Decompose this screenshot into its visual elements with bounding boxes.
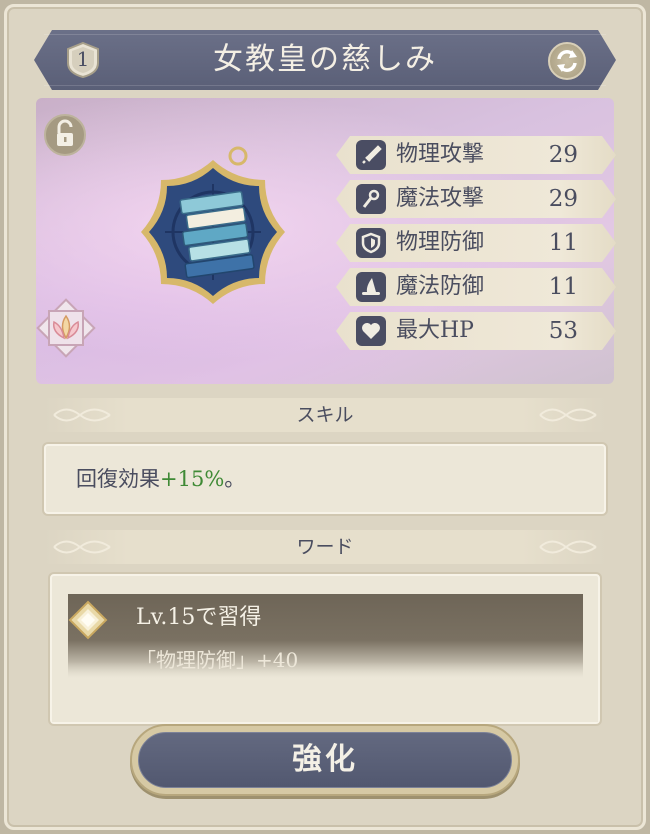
stat-value: 11	[548, 230, 578, 256]
word-list-fade	[52, 662, 598, 722]
diamond-gem-icon	[68, 600, 108, 640]
stat-row-physical-attack: 物理攻撃 29	[336, 136, 616, 174]
stat-label: 魔法攻撃	[396, 186, 485, 211]
swap-button[interactable]	[548, 42, 586, 80]
swap-arrows-icon	[557, 50, 577, 72]
ornament-left-icon	[53, 540, 111, 554]
stat-row-magic-attack: 魔法攻撃 29	[336, 180, 616, 218]
shield-icon	[356, 228, 386, 258]
skill-text-suffix: 。	[224, 467, 246, 491]
book-stack-charm-icon	[141, 146, 285, 304]
skill-text-prefix: 回復効果	[76, 467, 160, 491]
skill-header-label: スキル	[296, 404, 354, 426]
stat-value: 53	[548, 318, 578, 344]
lock-toggle-button[interactable]	[44, 114, 86, 156]
stat-value: 11	[548, 274, 578, 300]
stat-row-max-hp: 最大HP 53	[336, 312, 616, 350]
lotus-emblem-icon[interactable]	[34, 296, 98, 360]
stat-value: 29	[548, 186, 578, 212]
stat-label: 最大HP	[396, 318, 474, 343]
ornament-right-icon	[539, 540, 597, 554]
heart-icon	[356, 316, 386, 346]
skill-bonus-value: +15%	[160, 467, 225, 491]
padlock-open-icon	[57, 119, 73, 146]
word-entry-title: Lv.15で習得	[136, 605, 262, 630]
word-header-label: ワード	[296, 536, 354, 558]
word-section-header: ワード	[44, 530, 606, 564]
skill-description: 回復効果+15%。	[76, 444, 245, 514]
ornament-left-icon	[53, 408, 111, 422]
stat-label: 物理攻撃	[396, 142, 485, 167]
stat-row-magic-defense: 魔法防御 11	[336, 268, 616, 306]
stat-label: 物理防御	[396, 230, 485, 255]
skill-section-header: スキル	[44, 398, 606, 432]
wand-icon	[356, 184, 386, 214]
stat-value: 29	[548, 142, 578, 168]
stats-list: 物理攻撃 29 魔法攻撃 29 物理防御 11 魔法防御 11 最大HP 53	[336, 136, 616, 356]
stat-label: 魔法防御	[396, 274, 485, 299]
enhance-button-label[interactable]: 強化	[138, 732, 512, 788]
ornament-right-icon	[539, 408, 597, 422]
witch-hat-icon	[356, 272, 386, 302]
stat-row-physical-defense: 物理防御 11	[336, 224, 616, 262]
sword-icon	[356, 140, 386, 170]
